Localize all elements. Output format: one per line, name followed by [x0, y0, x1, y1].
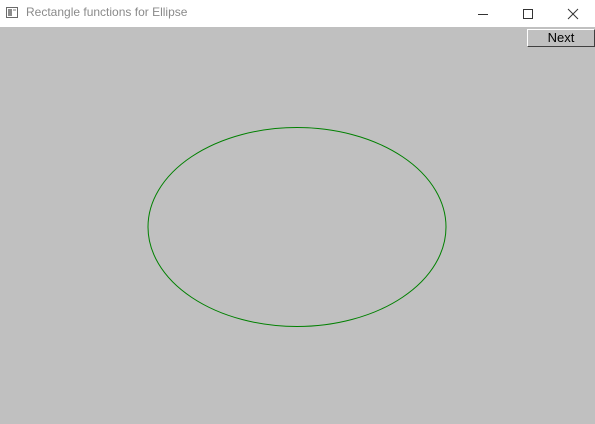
drawing-canvas — [147, 127, 447, 327]
app-icon — [6, 7, 18, 18]
client-area: Next — [0, 27, 595, 424]
minimize-icon — [477, 13, 488, 15]
maximize-button[interactable] — [505, 0, 550, 27]
close-icon — [567, 8, 578, 19]
app-window: Rectangle functions for Ellipse Next — [0, 0, 595, 424]
green-ellipse — [147, 127, 447, 327]
next-button[interactable]: Next — [527, 29, 595, 47]
window-title: Rectangle functions for Ellipse — [26, 5, 188, 19]
close-button[interactable] — [550, 0, 595, 27]
minimize-button[interactable] — [460, 0, 505, 27]
title-bar[interactable]: Rectangle functions for Ellipse — [0, 0, 595, 27]
maximize-icon — [522, 8, 533, 19]
